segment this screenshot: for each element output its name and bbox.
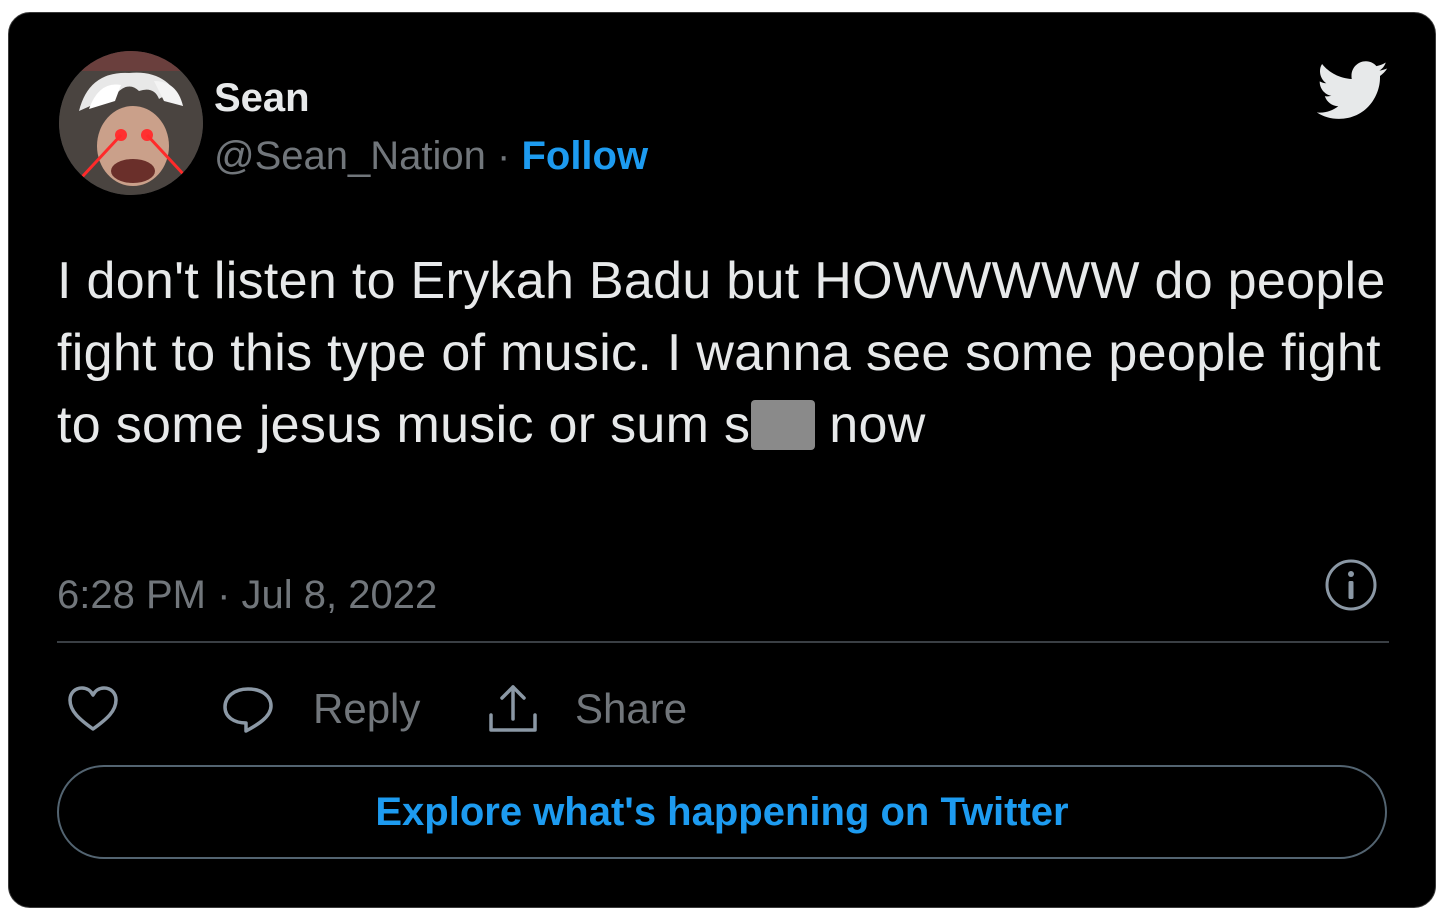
reply-button[interactable]: Reply	[219, 677, 420, 741]
like-button[interactable]	[65, 677, 121, 741]
tweet-text-main: I don't listen to Erykah Badu but HOWWWW…	[57, 252, 1386, 454]
speech-bubble-icon	[223, 687, 273, 733]
upload-icon	[489, 685, 537, 732]
censor-block	[751, 400, 816, 450]
avatar-image	[59, 51, 203, 195]
handle-line: @Sean_Nation · Follow	[214, 133, 648, 179]
tweet-text: I don't listen to Erykah Badu but HOWWWW…	[57, 245, 1397, 461]
tweet-text-censored-prefix: s	[723, 396, 751, 454]
follow-link[interactable]: Follow	[521, 134, 648, 178]
twitter-bird-icon[interactable]	[1317, 61, 1389, 121]
separator-dot: ·	[485, 134, 522, 178]
reply-label: Reply	[313, 685, 421, 732]
explore-button-label: Explore what's happening on Twitter	[375, 789, 1069, 834]
divider	[57, 641, 1389, 643]
tweet-card: Sean @Sean_Nation · Follow I don't liste…	[8, 12, 1436, 908]
timestamp[interactable]: 6:28 PM · Jul 8, 2022	[57, 571, 437, 619]
display-name[interactable]: Sean	[214, 75, 310, 121]
handle[interactable]: @Sean_Nation	[214, 134, 486, 178]
avatar[interactable]	[59, 51, 203, 195]
heart-icon	[68, 686, 118, 731]
info-icon[interactable]	[1323, 557, 1379, 613]
tweet-text-tail: now	[829, 396, 926, 454]
share-button[interactable]: Share	[485, 677, 687, 741]
explore-button[interactable]: Explore what's happening on Twitter	[57, 765, 1387, 859]
share-label: Share	[575, 685, 688, 732]
